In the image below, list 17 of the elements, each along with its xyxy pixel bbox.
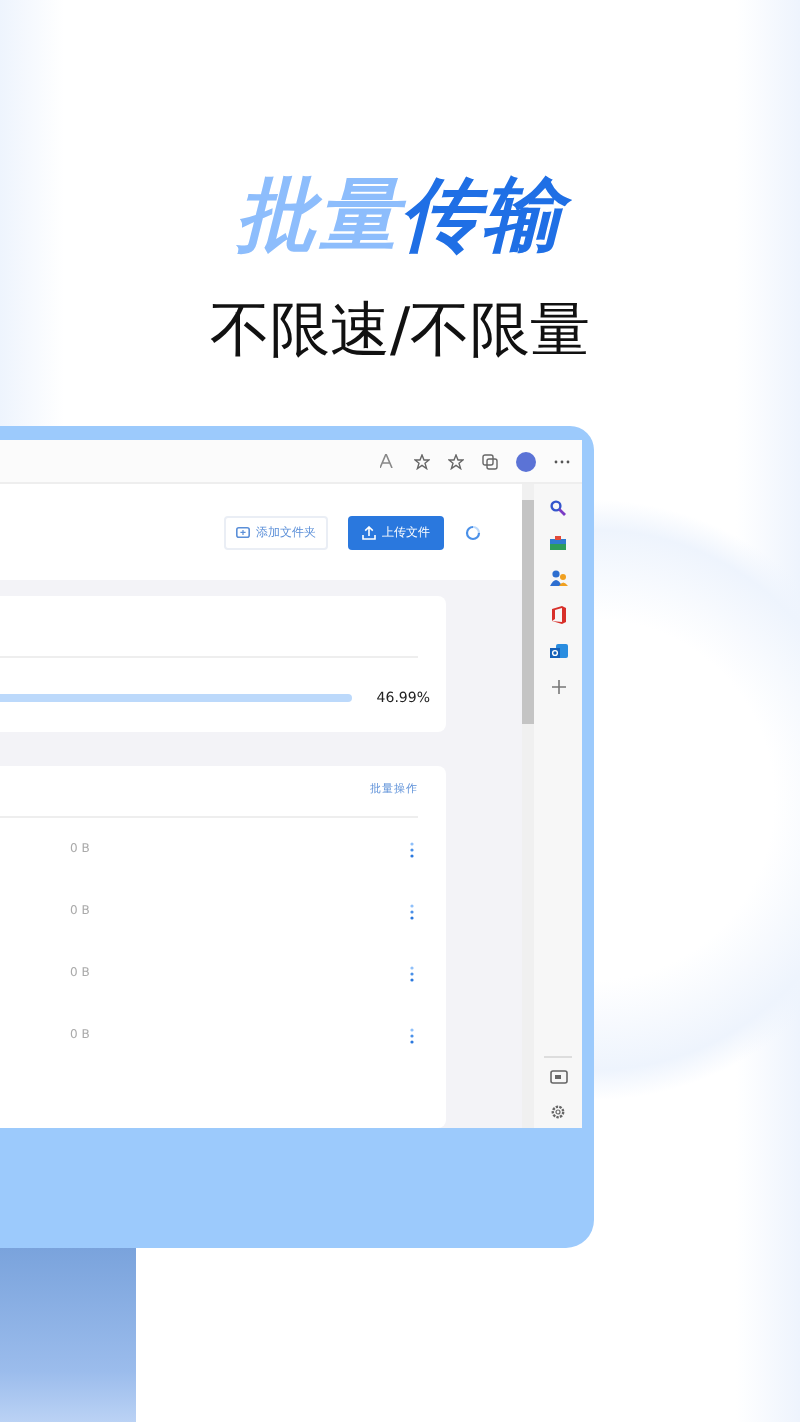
- screen-icon: [549, 1070, 567, 1084]
- favorites-icon: [448, 453, 464, 469]
- avatar-icon: [516, 451, 536, 471]
- add-favorite-icon: [414, 453, 430, 469]
- people-icon: [549, 570, 567, 586]
- settings-icon: [550, 1104, 566, 1120]
- add-icon: [551, 680, 565, 694]
- mail-icon: [549, 644, 567, 660]
- search-icon: [550, 500, 566, 516]
- upload-icon: [362, 525, 376, 539]
- subtitle: 不限速/不限量: [207, 296, 593, 368]
- refresh-icon: [464, 523, 482, 541]
- collections-icon: [482, 453, 498, 469]
- read-aloud-icon: [380, 454, 396, 468]
- office-icon: [551, 606, 565, 624]
- briefcase-icon: [550, 536, 566, 550]
- folder-icon: [236, 526, 250, 538]
